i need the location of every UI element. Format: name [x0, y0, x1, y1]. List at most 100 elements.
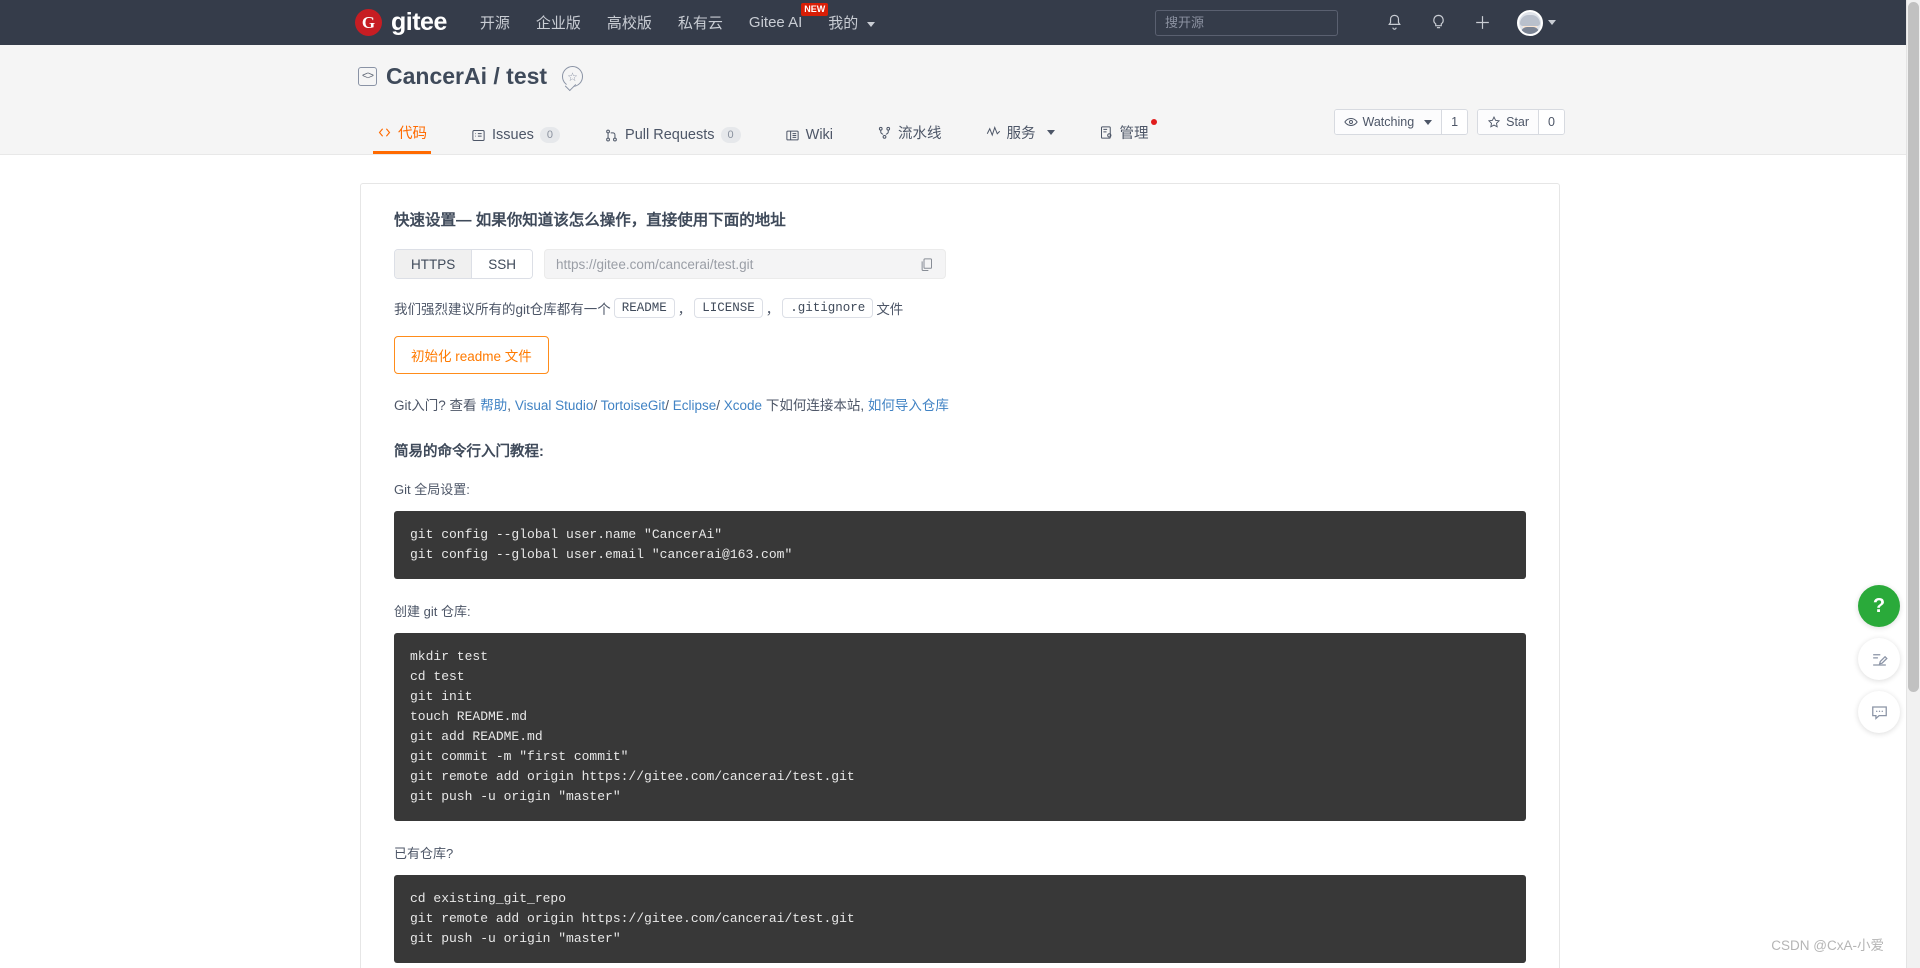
chip-license: LICENSE [694, 298, 763, 318]
nav-link-privatecloud-label: 私有云 [677, 15, 723, 32]
lightbulb-icon[interactable] [1429, 13, 1448, 32]
comment-button[interactable] [1858, 691, 1900, 733]
search-input[interactable] [1155, 9, 1338, 36]
nav-link-gitee-ai[interactable]: Gitee AI NEW [749, 3, 829, 31]
feedback-edit-button[interactable] [1858, 638, 1900, 680]
code-block-create-repo: mkdir test cd test git init touch README… [394, 633, 1526, 821]
code-icon [378, 128, 391, 137]
tab-code-label: 代码 [398, 126, 427, 142]
code-repo-icon: <> [358, 67, 377, 86]
chip-gitignore: .gitignore [782, 298, 874, 318]
issues-icon [472, 129, 485, 141]
tab-pull-requests[interactable]: Pull Requests 0 [582, 127, 763, 154]
service-icon [986, 126, 1000, 137]
star-button[interactable]: Star [1478, 110, 1539, 134]
page-body: 快速设置— 如果你知道该怎么操作，直接使用下面的地址 HTTPS SSH htt… [0, 155, 1920, 968]
tutorial-title: 简易的命令行入门教程: [394, 444, 544, 460]
code-block-global-config: git config --global user.name "CancerAi"… [394, 511, 1526, 579]
plus-icon[interactable] [1473, 13, 1492, 32]
code-block-existing-repo: cd existing_git_repo git remote add orig… [394, 875, 1526, 963]
link-xcode[interactable]: Xcode [724, 398, 762, 413]
notification-dot-icon [1150, 119, 1157, 125]
comment-icon [1871, 705, 1887, 720]
watch-count[interactable]: 1 [1441, 110, 1468, 134]
git-help-prefix: Git入门? 查看 [394, 398, 477, 413]
tab-pull-requests-count: 0 [720, 127, 741, 143]
sep-comma: , [507, 398, 512, 413]
clone-url-field[interactable]: https://gitee.com/cancerai/test.git [544, 249, 947, 279]
tab-manage[interactable]: 管理 [1077, 119, 1171, 154]
user-menu[interactable] [1517, 9, 1556, 36]
tab-pull-requests-label: Pull Requests [625, 127, 715, 143]
manage-icon [1100, 126, 1111, 139]
nav-link-education-label: 高校版 [606, 15, 652, 32]
repo-owner[interactable]: CancerAi [386, 63, 487, 89]
floating-action-buttons: ? [1858, 585, 1900, 733]
page-scrollbar[interactable] [1906, 0, 1920, 968]
tutorial-label-create-repo: 创建 git 仓库: [394, 604, 471, 619]
link-eclipse[interactable]: Eclipse [673, 398, 717, 413]
star-icon [1488, 115, 1501, 128]
chip-readme: README [613, 298, 675, 318]
chevron-down-icon [867, 21, 876, 27]
chevron-down-icon [1046, 130, 1055, 135]
repo-name[interactable]: test [506, 63, 547, 89]
tab-wiki-label: Wiki [805, 127, 834, 143]
tab-service-label: 服务 [1006, 126, 1036, 142]
chevron-down-icon [1548, 20, 1556, 25]
tab-pipeline-label: 流水线 [898, 126, 942, 142]
quick-setup-panel: 快速设置— 如果你知道该怎么操作，直接使用下面的地址 HTTPS SSH htt… [360, 183, 1560, 968]
tab-pipeline[interactable]: 流水线 [855, 122, 964, 154]
repository-title-row: <> CancerAi / test ☆ [358, 45, 1920, 90]
page-title: CancerAi / test [386, 63, 547, 90]
link-visual-studio[interactable]: Visual Studio [515, 398, 594, 413]
gitee-logo-mark: G [355, 9, 382, 36]
nav-link-education[interactable]: 高校版 [607, 12, 652, 33]
tutorial-label-existing-repo: 已有仓库? [394, 846, 454, 861]
sep-slash-1: / [593, 398, 598, 413]
eye-icon [1343, 118, 1358, 126]
recommendation-suffix: 文件 [876, 302, 904, 317]
wiki-icon [786, 130, 799, 140]
star-count[interactable]: 0 [1538, 110, 1564, 134]
tab-issues-label: Issues [492, 127, 534, 143]
protocol-https-button[interactable]: HTTPS [395, 250, 472, 278]
gitee-logo[interactable]: G gitee [355, 8, 447, 37]
scrollbar-thumb[interactable] [1908, 2, 1919, 692]
tab-issues[interactable]: Issues 0 [449, 127, 582, 154]
protocol-ssh-button[interactable]: SSH [471, 250, 533, 278]
help-button[interactable]: ? [1858, 585, 1900, 627]
nav-link-enterprise[interactable]: 企业版 [536, 12, 581, 33]
nav-link-enterprise-label: 企业版 [535, 15, 581, 32]
link-import-repo[interactable]: 如何导入仓库 [868, 398, 949, 413]
clone-url-row: HTTPS SSH https://gitee.com/cancerai/tes… [394, 249, 1526, 279]
nav-link-mine[interactable]: 我的 [828, 12, 876, 33]
watch-button-label: Watching [1362, 115, 1415, 129]
copy-icon[interactable] [919, 257, 934, 272]
watch-button[interactable]: Watching [1334, 110, 1442, 134]
repository-actions: Watching 1 Star 0 [1333, 109, 1565, 135]
top-navigation-bar: G gitee 开源 企业版 高校版 私有云 Gitee AI NEW 我的 [0, 0, 1920, 45]
star-button-group: Star 0 [1477, 109, 1565, 135]
link-help[interactable]: 帮助 [480, 398, 507, 413]
edit-icon [1872, 653, 1888, 666]
tab-wiki[interactable]: Wiki [763, 127, 855, 154]
git-help-mid: 下如何连接本站, [765, 398, 865, 413]
sep-slash-3: / [716, 398, 721, 413]
bell-icon[interactable] [1385, 13, 1404, 32]
init-readme-button[interactable]: 初始化 readme 文件 [394, 336, 549, 374]
clone-url-text: https://gitee.com/cancerai/test.git [556, 256, 754, 272]
gitee-logo-text: gitee [391, 8, 447, 36]
top-nav-icon-group [1385, 9, 1556, 36]
watch-button-group: Watching 1 [1333, 109, 1469, 135]
repo-badge-icon[interactable]: ☆ [562, 66, 584, 87]
git-help-line: Git入门? 查看 帮助, Visual Studio/ TortoiseGit… [394, 394, 1526, 414]
tab-service[interactable]: 服务 [964, 122, 1077, 154]
pull-request-icon [606, 129, 617, 141]
recommendation-prefix: 我们强烈建议所有的git仓库都有一个 [394, 302, 611, 317]
tab-code[interactable]: 代码 [355, 122, 449, 154]
nav-link-privatecloud[interactable]: 私有云 [678, 12, 723, 33]
link-tortoisegit[interactable]: TortoiseGit [601, 398, 666, 413]
recommendation-line: 我们强烈建议所有的git仓库都有一个 README ， LICENSE ， .g… [394, 298, 1526, 318]
nav-link-opensource[interactable]: 开源 [480, 12, 510, 33]
